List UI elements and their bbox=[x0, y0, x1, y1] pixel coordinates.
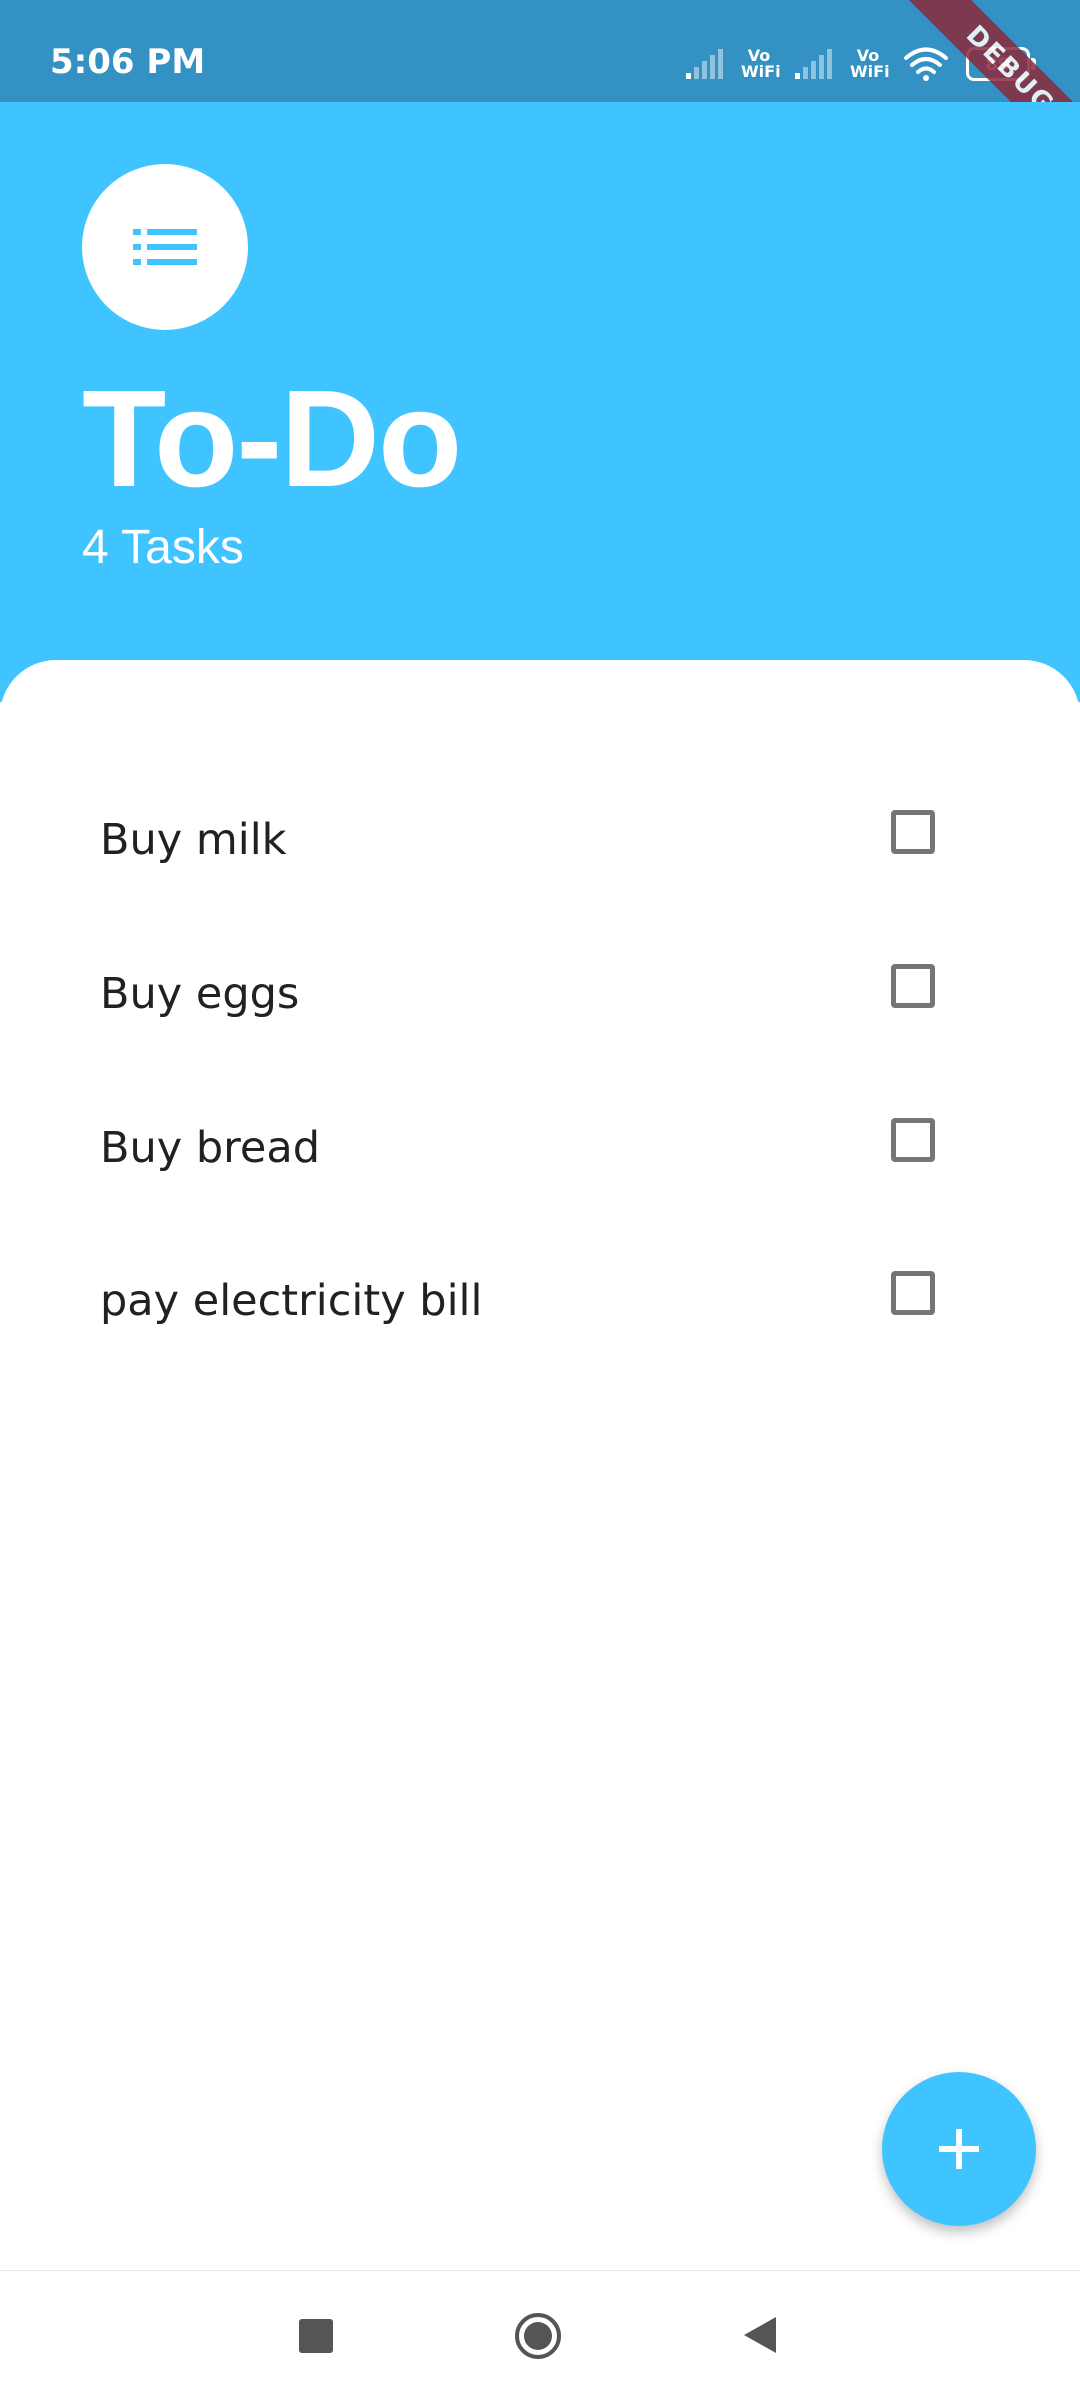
recent-apps-icon[interactable] bbox=[299, 2319, 333, 2353]
task-item[interactable]: Buy bread bbox=[0, 1087, 1080, 1207]
back-icon[interactable] bbox=[742, 2315, 778, 2355]
task-count: 4 Tasks bbox=[82, 521, 244, 574]
task-item[interactable]: Buy milk bbox=[0, 779, 1080, 899]
task-checkbox[interactable] bbox=[891, 1271, 935, 1315]
list-icon bbox=[133, 229, 197, 265]
task-item[interactable]: pay electricity bill bbox=[0, 1240, 1080, 1360]
header-icon-button bbox=[82, 164, 248, 330]
task-label: Buy bread bbox=[100, 1123, 320, 1173]
plus-icon bbox=[939, 2129, 979, 2169]
task-list: Buy milk Buy eggs Buy bread pay electric… bbox=[0, 660, 1080, 2270]
task-label: Buy eggs bbox=[100, 969, 300, 1019]
vowifi-icon: Vo WiFi bbox=[741, 46, 781, 81]
status-bar: 5:06 PM Vo WiFi Vo WiFi 89 bbox=[0, 0, 1080, 102]
signal-icon bbox=[686, 49, 723, 79]
task-checkbox[interactable] bbox=[891, 810, 935, 854]
wifi-icon bbox=[904, 47, 948, 81]
task-label: pay electricity bill bbox=[100, 1276, 483, 1326]
task-checkbox[interactable] bbox=[891, 1118, 935, 1162]
header: To-Do 4 Tasks bbox=[0, 102, 1080, 702]
status-time: 5:06 PM bbox=[50, 42, 206, 82]
vowifi-icon: Vo WiFi bbox=[850, 46, 890, 81]
task-label: Buy milk bbox=[100, 815, 287, 865]
signal-icon bbox=[795, 49, 832, 79]
home-icon[interactable] bbox=[513, 2311, 563, 2361]
page-title: To-Do bbox=[82, 362, 462, 516]
task-checkbox[interactable] bbox=[891, 964, 935, 1008]
navigation-bar bbox=[0, 2270, 1080, 2401]
add-task-button[interactable] bbox=[882, 2072, 1036, 2226]
task-item[interactable]: Buy eggs bbox=[0, 933, 1080, 1053]
